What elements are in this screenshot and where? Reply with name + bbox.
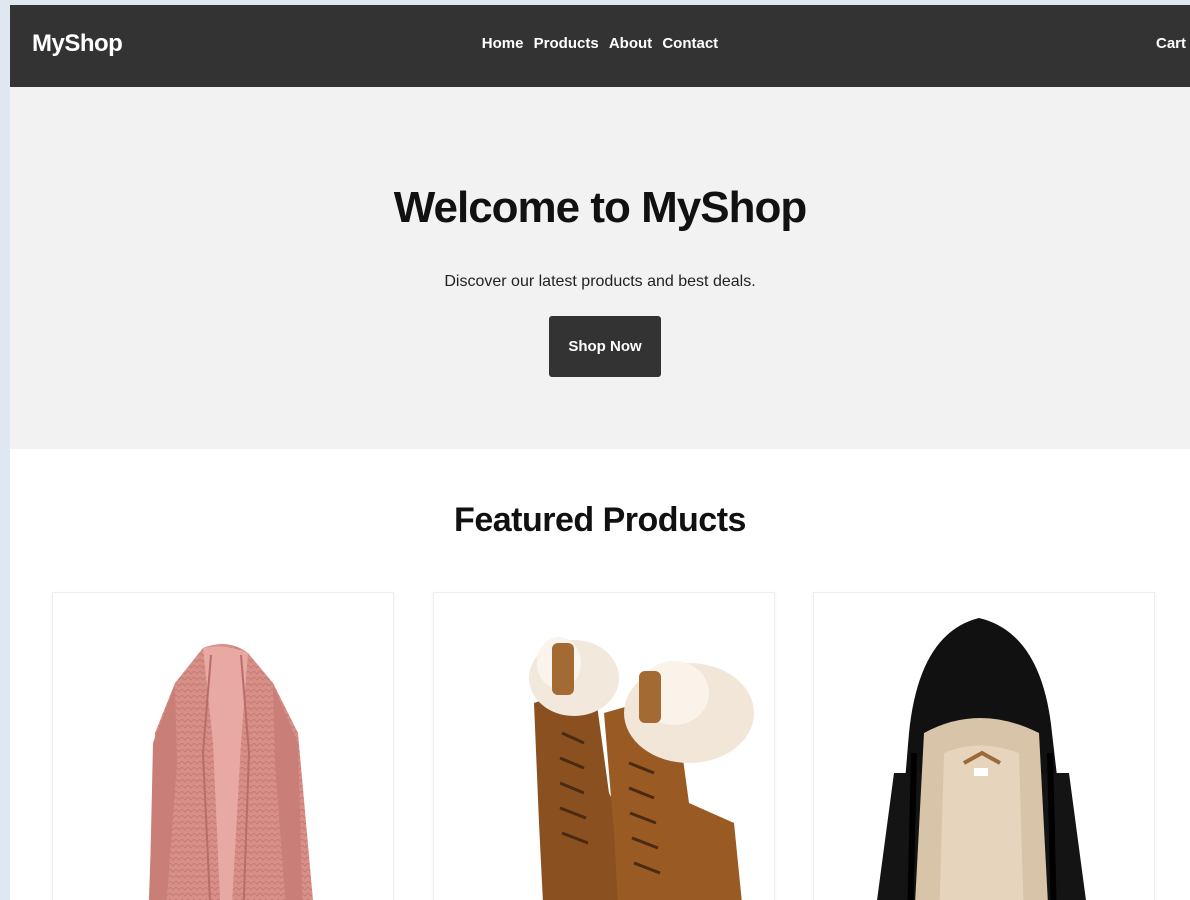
product-card[interactable] xyxy=(433,592,775,900)
site-header: MyShop Home Products About Contact Cart xyxy=(10,5,1190,87)
hero-title: Welcome to MyShop xyxy=(393,183,807,232)
product-card[interactable] xyxy=(813,592,1155,900)
featured-title: Featured Products xyxy=(454,501,746,539)
fur-lined-boots-image[interactable] xyxy=(434,593,774,900)
nav-contact[interactable]: Contact xyxy=(662,35,718,52)
sherpa-hoodie-image[interactable] xyxy=(814,593,1154,900)
nav-about[interactable]: About xyxy=(609,35,652,52)
hero-section: Welcome to MyShop Discover our latest pr… xyxy=(10,87,1190,449)
pink-cardigan-image[interactable] xyxy=(53,593,393,900)
main-nav: Home Products About Contact xyxy=(10,35,1190,52)
cart-link[interactable]: Cart xyxy=(1156,35,1186,52)
shop-now-button[interactable]: Shop Now xyxy=(549,316,661,377)
hero-subtitle: Discover our latest products and best de… xyxy=(444,273,756,290)
product-card[interactable] xyxy=(52,592,394,900)
nav-home[interactable]: Home xyxy=(482,35,524,52)
nav-products[interactable]: Products xyxy=(534,35,599,52)
page-frame: MyShop Home Products About Contact Cart … xyxy=(10,5,1190,900)
